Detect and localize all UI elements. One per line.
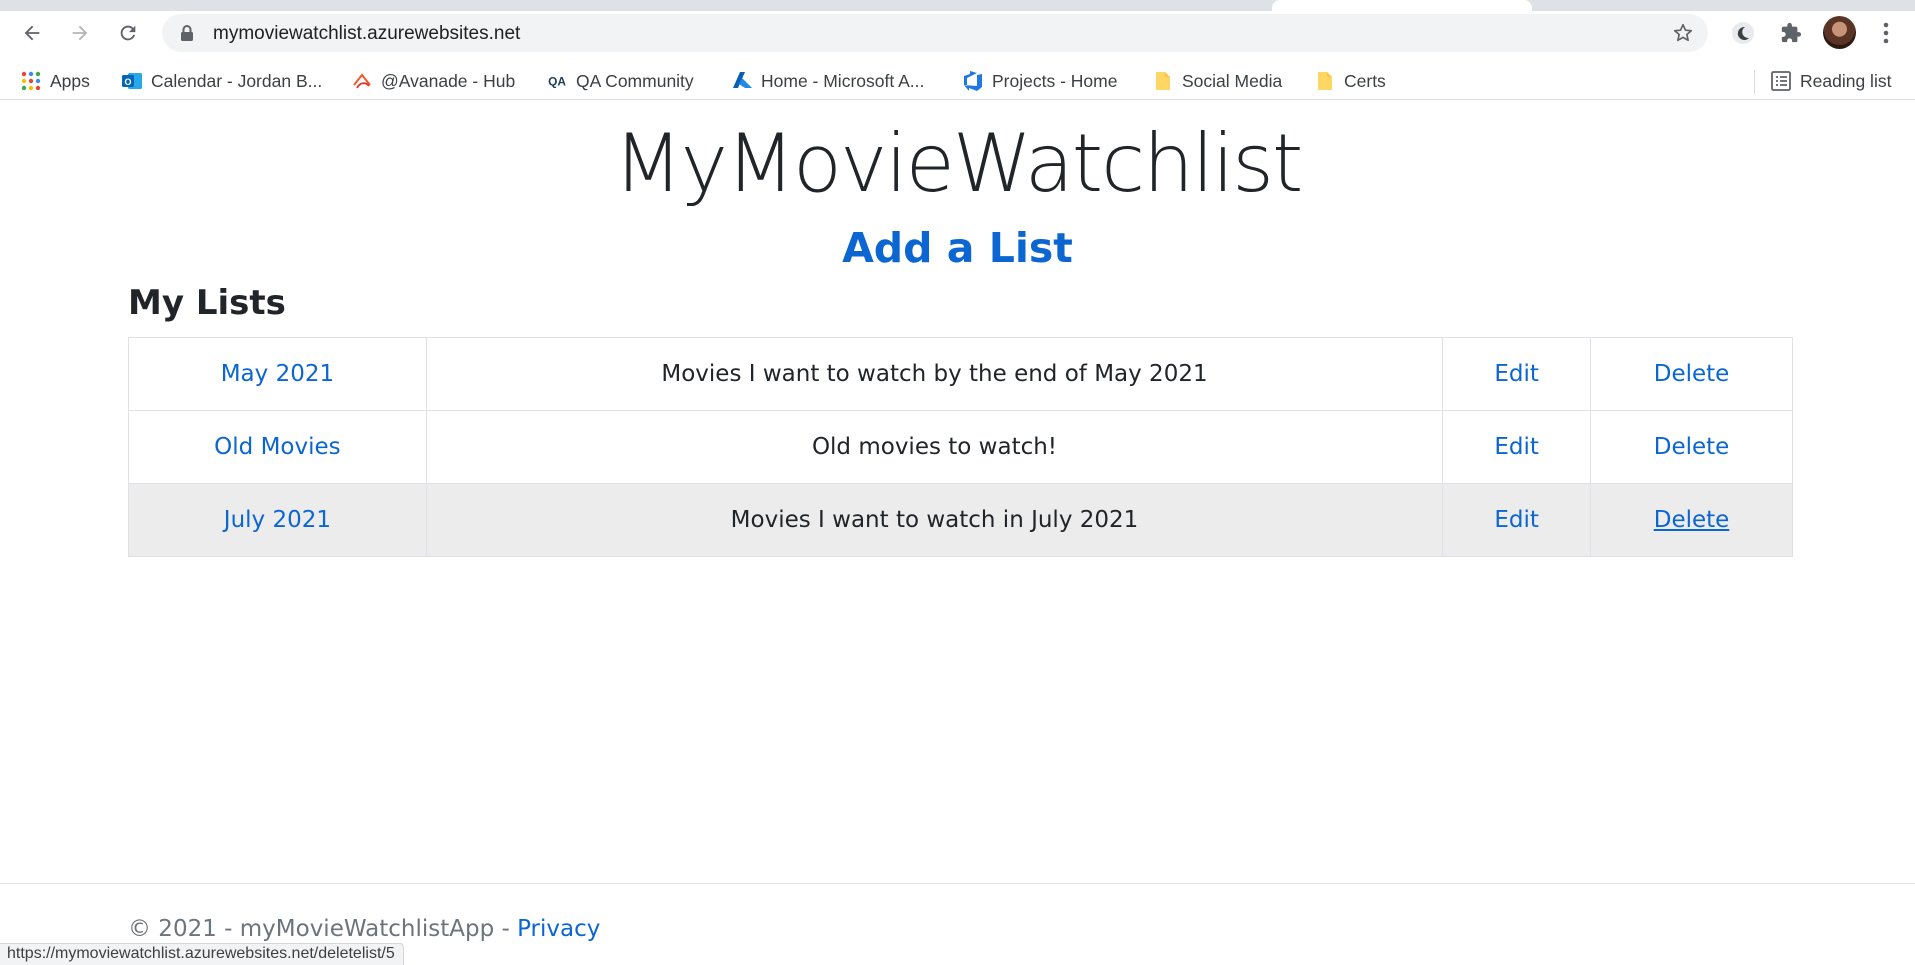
footer-copyright: © 2021 - myMovieWatchlistApp - [128, 916, 518, 942]
svg-text:O: O [124, 77, 131, 87]
site-title[interactable]: MyMovieWatchlist [0, 114, 1915, 214]
bookmarks-bar: Apps O Calendar - Jordan B... @Avanade -… [0, 62, 1915, 100]
profile-avatar[interactable] [1823, 16, 1856, 49]
add-list-link[interactable]: Add a List [842, 224, 1073, 272]
active-tab[interactable] [1272, 0, 1532, 11]
bookmarks-divider [1754, 70, 1755, 94]
bookmark-certs[interactable]: Certs [1314, 68, 1386, 94]
bookmark-label: QA Community [576, 70, 694, 91]
avanade-icon [351, 70, 373, 92]
list-name-link[interactable]: Old Movies [214, 434, 340, 460]
forward-arrow-icon [72, 25, 88, 41]
browser-menu-icon[interactable] [1872, 19, 1900, 47]
bookmark-qa-community[interactable]: QA QA Community [546, 68, 694, 94]
extensions-puzzle-icon[interactable] [1777, 19, 1805, 47]
bookmark-label: Projects - Home [992, 70, 1118, 91]
table-row: May 2021 Movies I want to watch by the e… [128, 337, 1793, 411]
lists-table: May 2021 Movies I want to watch by the e… [128, 337, 1793, 557]
reload-icon [120, 25, 136, 41]
bookmark-apps[interactable]: Apps [20, 68, 90, 94]
reading-list-icon [1770, 70, 1792, 92]
privacy-link[interactable]: Privacy [517, 916, 600, 942]
bookmark-calendar[interactable]: O Calendar - Jordan B... [121, 68, 322, 94]
forward-button[interactable] [64, 17, 96, 49]
qa-icon: QA [546, 70, 568, 92]
list-description: Movies I want to watch by the end of May… [425, 337, 1444, 411]
tab-strip [0, 0, 1915, 11]
list-description: Movies I want to watch in July 2021 [425, 483, 1444, 557]
bookmark-label: Home - Microsoft A... [761, 70, 925, 91]
bookmark-avanade-hub[interactable]: @Avanade - Hub [351, 68, 515, 94]
url-text: mymoviewatchlist.azurewebsites.net [213, 23, 521, 44]
folder-icon [1314, 70, 1336, 92]
delete-link[interactable]: Delete [1654, 507, 1730, 533]
apps-grid-icon [20, 70, 42, 92]
edit-link[interactable]: Edit [1494, 507, 1539, 533]
bookmark-star-icon[interactable] [1672, 22, 1694, 44]
status-bar-url: https://mymoviewatchlist.azurewebsites.n… [0, 943, 404, 965]
svg-text:QA: QA [548, 75, 566, 89]
table-row: July 2021 Movies I want to watch in July… [128, 483, 1793, 557]
folder-icon [1152, 70, 1174, 92]
bookmark-label: Social Media [1182, 70, 1283, 91]
bookmark-projects-home[interactable]: Projects - Home [962, 68, 1117, 94]
address-bar[interactable]: mymoviewatchlist.azurewebsites.net [162, 14, 1708, 52]
edit-link[interactable]: Edit [1494, 361, 1539, 387]
outlook-icon: O [121, 70, 143, 92]
back-button[interactable] [16, 17, 48, 49]
list-name-link[interactable]: July 2021 [224, 507, 331, 533]
azure-icon [731, 70, 753, 92]
dark-mode-extension-icon[interactable] [1729, 19, 1757, 47]
back-arrow-icon [24, 25, 40, 41]
bookmark-label: Apps [50, 70, 90, 91]
table-row: Old Movies Old movies to watch! Edit Del… [128, 410, 1793, 484]
bookmark-social-media[interactable]: Social Media [1152, 68, 1282, 94]
bookmark-label: @Avanade - Hub [381, 70, 516, 91]
browser-toolbar: mymoviewatchlist.azurewebsites.net [0, 11, 1915, 54]
lock-icon [181, 25, 193, 41]
azure-devops-icon [962, 70, 984, 92]
list-description: Old movies to watch! [425, 410, 1444, 484]
footer: © 2021 - myMovieWatchlistApp - Privacy [128, 916, 600, 942]
delete-link[interactable]: Delete [1654, 361, 1730, 387]
bookmark-microsoft-azure[interactable]: Home - Microsoft A... [731, 68, 924, 94]
list-name-link[interactable]: May 2021 [221, 361, 334, 387]
add-list-container: Add a List [0, 220, 1915, 285]
bookmark-label: Certs [1344, 70, 1386, 91]
delete-link[interactable]: Delete [1654, 434, 1730, 460]
reading-list-button[interactable]: Reading list [1770, 68, 1891, 94]
bookmark-label: Calendar - Jordan B... [151, 70, 323, 91]
my-lists-heading: My Lists [128, 283, 286, 323]
footer-divider [0, 883, 1915, 884]
reload-button[interactable] [112, 17, 144, 49]
reading-list-label: Reading list [1800, 70, 1892, 91]
edit-link[interactable]: Edit [1494, 434, 1539, 460]
